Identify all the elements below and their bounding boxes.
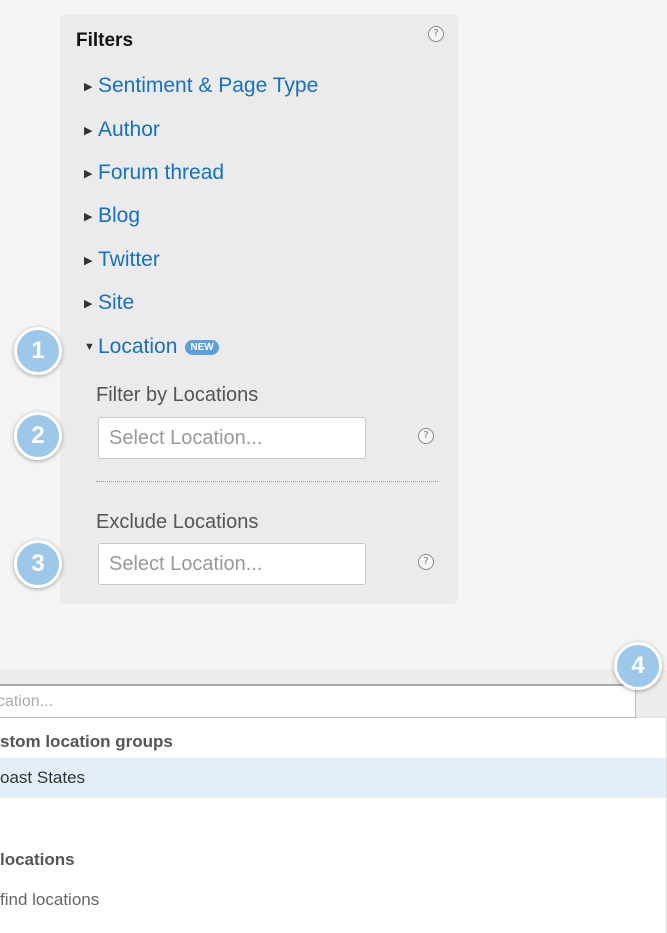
filter-sentiment-page-type[interactable]: ▶ Sentiment & Page Type (84, 73, 318, 99)
filter-forum-thread[interactable]: ▶ Forum thread (84, 160, 224, 186)
help-icon[interactable]: ? (418, 428, 434, 444)
triangle-right-icon: ▶ (84, 124, 93, 137)
help-icon[interactable]: ? (418, 554, 434, 570)
filter-blog[interactable]: ▶ Blog (84, 203, 140, 229)
step-badge-1: 1 (14, 327, 62, 375)
filter-label: Sentiment & Page Type (98, 74, 319, 97)
new-badge: NEW (185, 339, 219, 355)
filter-label: Location (98, 335, 178, 358)
step-badge-3: 3 (14, 540, 62, 588)
filter-twitter[interactable]: ▶ Twitter (84, 247, 160, 273)
step-badge-4: 4 (614, 642, 662, 690)
custom-location-groups-header: stom location groups (0, 732, 173, 751)
filter-label: Forum thread (98, 161, 225, 184)
option-label: oast States (0, 768, 86, 787)
filters-title: Filters (76, 30, 134, 51)
filter-label: Twitter (98, 248, 160, 271)
filter-location[interactable]: ▼ Location NEW (84, 334, 219, 360)
triangle-right-icon: ▶ (84, 167, 93, 180)
filter-by-locations-label: Filter by Locations (96, 384, 259, 406)
triangle-right-icon: ▶ (84, 80, 93, 93)
divider (96, 481, 438, 482)
triangle-right-icon: ▶ (84, 254, 93, 267)
triangle-right-icon: ▶ (84, 210, 93, 223)
filter-label: Site (98, 291, 135, 314)
filter-location-input[interactable] (98, 417, 366, 459)
exclude-locations-label: Exclude Locations (96, 511, 259, 533)
location-search-input[interactable] (0, 684, 636, 718)
triangle-right-icon: ▶ (84, 297, 93, 310)
location-dropdown-list: stom location groups oast States locatio… (0, 718, 667, 933)
triangle-down-icon: ▼ (84, 341, 95, 353)
filters-panel: Filters ? ▶ Sentiment & Page Type ▶ Auth… (60, 14, 458, 604)
exclude-location-input[interactable] (98, 543, 366, 585)
filter-label: Author (98, 118, 160, 141)
location-option[interactable]: oast States (0, 758, 666, 798)
locations-header: locations (0, 850, 75, 869)
search-hint: find locations (0, 890, 100, 909)
filter-site[interactable]: ▶ Site (84, 290, 134, 316)
filter-label: Blog (98, 204, 141, 227)
filter-author[interactable]: ▶ Author (84, 117, 160, 143)
help-icon[interactable]: ? (428, 26, 444, 42)
step-badge-2: 2 (14, 412, 62, 460)
